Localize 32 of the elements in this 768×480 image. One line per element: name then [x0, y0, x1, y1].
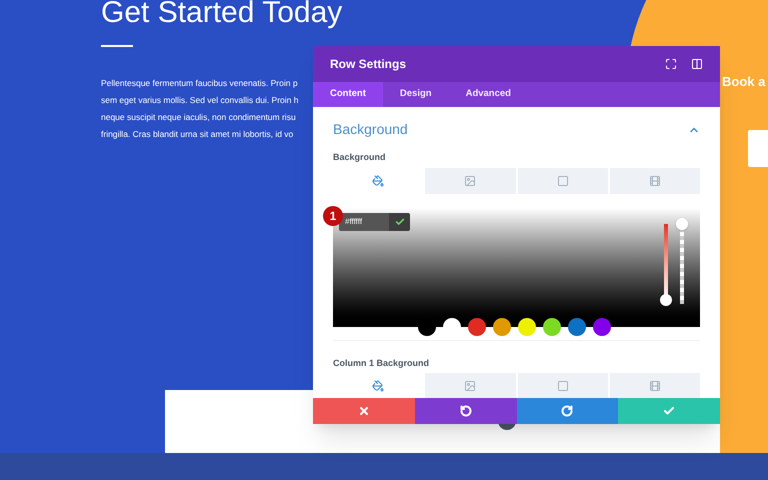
frame-icon [556, 174, 569, 186]
field-label: Background [333, 151, 387, 164]
paragraph-line: Pellentesque fermentum faucibus venenatis. Proin p [101, 77, 299, 90]
undo-button[interactable] [414, 398, 516, 424]
redo-icon [561, 405, 574, 417]
fullscreen-icon[interactable] [665, 58, 677, 70]
image-icon [464, 174, 476, 186]
check-icon [394, 216, 404, 226]
page-heading: Get Started Today [101, 0, 342, 28]
modal-title: Row Settings [330, 56, 406, 73]
image-icon [464, 380, 476, 392]
hex-input-field[interactable]: #ffffff [339, 212, 389, 230]
check-icon [663, 405, 676, 417]
settings-tab[interactable]: Advanced [448, 82, 528, 107]
confirm-button[interactable] [389, 212, 410, 230]
settings-tab[interactable]: Design [382, 82, 449, 107]
video-icon [648, 380, 661, 392]
paint-bucket-icon [372, 174, 384, 186]
side-text: Book a [722, 73, 766, 91]
frame-icon [556, 380, 569, 392]
undo-icon [460, 405, 472, 417]
paint-bucket-icon [372, 380, 384, 392]
step-badge: 1 [323, 206, 343, 226]
section-title: Background [333, 120, 408, 139]
redo-button[interactable] [516, 398, 618, 424]
video-icon [648, 174, 661, 186]
section-toggle[interactable]: Background [333, 119, 700, 140]
settings-tab[interactable]: Content [313, 82, 383, 107]
paragraph-line: neque suscipit neque iaculis, non condimentum risu [101, 111, 297, 124]
field-label: Column 1 Background [333, 356, 430, 370]
sidebar-icon[interactable] [691, 58, 703, 70]
close-icon [358, 405, 370, 417]
